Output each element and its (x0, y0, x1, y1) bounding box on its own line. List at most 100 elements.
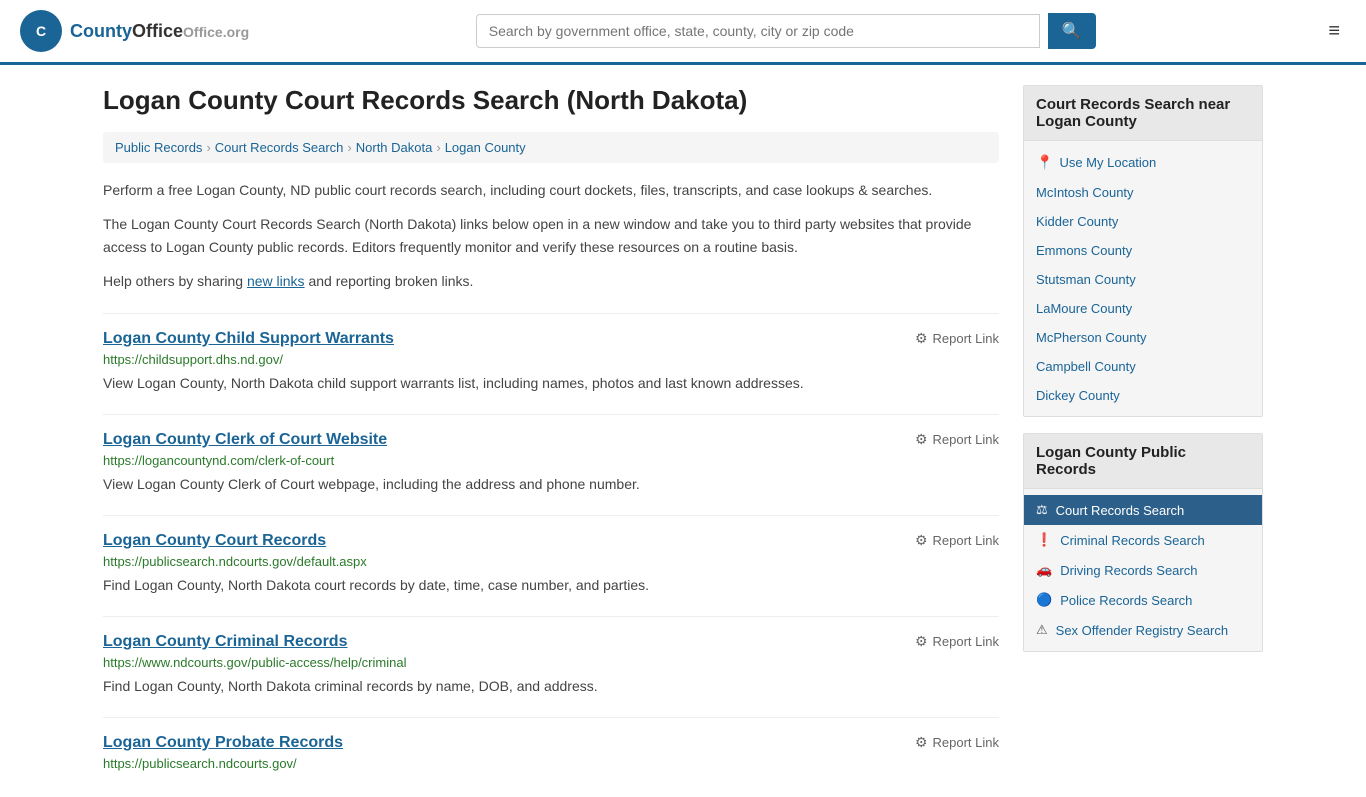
sidebar-records-item[interactable]: 🚗 Driving Records Search (1024, 555, 1262, 585)
record-description: Find Logan County, North Dakota court re… (103, 575, 999, 596)
report-link-button[interactable]: ⚙ Report Link (915, 532, 999, 549)
sidebar-county-item[interactable]: McIntosh County (1024, 178, 1262, 207)
use-location[interactable]: 📍 Use My Location (1024, 147, 1262, 178)
new-links-link[interactable]: new links (247, 273, 305, 289)
report-link-label: Report Link (933, 735, 999, 750)
record-url: https://publicsearch.ndcourts.gov/defaul… (103, 554, 999, 569)
sidebar-county-item[interactable]: Stutsman County (1024, 265, 1262, 294)
logo-label: CountyOfficeOffice.org (70, 21, 249, 41)
public-records-header: Logan County Public Records (1024, 434, 1262, 489)
sidebar-county-item[interactable]: LaMoure County (1024, 294, 1262, 323)
county-link[interactable]: LaMoure County (1036, 301, 1132, 316)
logo-text-area: CountyOfficeOffice.org (70, 21, 249, 42)
county-link[interactable]: Emmons County (1036, 243, 1132, 258)
site-header: C CountyOfficeOffice.org 🔍 ≡ (0, 0, 1366, 65)
sidebar-records-item[interactable]: ⚖ Court Records Search (1024, 495, 1262, 525)
sidebar-county-item[interactable]: McPherson County (1024, 323, 1262, 352)
breadcrumb-sep-1: › (206, 140, 210, 155)
logo-icon: C (20, 10, 62, 52)
county-link[interactable]: Campbell County (1036, 359, 1136, 374)
public-records-items: ⚖ Court Records Search ❗ Criminal Record… (1024, 495, 1262, 645)
description-3: Help others by sharing new links and rep… (103, 270, 999, 292)
report-link-button[interactable]: ⚙ Report Link (915, 330, 999, 347)
nearby-counties: McIntosh County Kidder County Emmons Count… (1024, 178, 1262, 410)
record-description: Find Logan County, North Dakota criminal… (103, 676, 999, 697)
svg-text:C: C (36, 23, 46, 39)
main-container: Logan County Court Records Search (North… (83, 65, 1283, 797)
county-link[interactable]: Stutsman County (1036, 272, 1136, 287)
record-title-row: Logan County Clerk of Court Website ⚙ Re… (103, 431, 999, 449)
sidebar-item-link[interactable]: Sex Offender Registry Search (1056, 623, 1228, 638)
breadcrumb-logan-county[interactable]: Logan County (445, 140, 526, 155)
sidebar-item-icon: 🔵 (1036, 592, 1052, 608)
sidebar-county-item[interactable]: Kidder County (1024, 207, 1262, 236)
nearby-section-body: 📍 Use My Location McIntosh County Kidder … (1024, 141, 1262, 416)
report-link-button[interactable]: ⚙ Report Link (915, 734, 999, 751)
county-link[interactable]: McPherson County (1036, 330, 1147, 345)
record-title-link[interactable]: Logan County Clerk of Court Website (103, 431, 387, 449)
public-records-body: ⚖ Court Records Search ❗ Criminal Record… (1024, 489, 1262, 651)
logo-area: C CountyOfficeOffice.org (20, 10, 249, 52)
county-link[interactable]: Kidder County (1036, 214, 1118, 229)
record-entry: Logan County Criminal Records ⚙ Report L… (103, 616, 999, 697)
record-entry: Logan County Child Support Warrants ⚙ Re… (103, 313, 999, 394)
report-link-label: Report Link (933, 331, 999, 346)
search-button[interactable]: 🔍 (1048, 13, 1096, 49)
report-icon: ⚙ (915, 431, 928, 448)
logo-county: County (70, 21, 132, 41)
report-link-label: Report Link (933, 634, 999, 649)
sidebar-county-item[interactable]: Campbell County (1024, 352, 1262, 381)
menu-button[interactable]: ≡ (1322, 14, 1346, 49)
record-description: View Logan County Clerk of Court webpage… (103, 474, 999, 495)
records-container: Logan County Child Support Warrants ⚙ Re… (103, 313, 999, 771)
report-link-label: Report Link (933, 432, 999, 447)
sidebar-records-item[interactable]: ❗ Criminal Records Search (1024, 525, 1262, 555)
sidebar-county-item[interactable]: Dickey County (1024, 381, 1262, 410)
breadcrumb-north-dakota[interactable]: North Dakota (356, 140, 433, 155)
nearby-section: Court Records Search near Logan County 📍… (1023, 85, 1263, 417)
record-url: https://childsupport.dhs.nd.gov/ (103, 352, 999, 367)
report-link-label: Report Link (933, 533, 999, 548)
sidebar-item-link[interactable]: Police Records Search (1060, 593, 1192, 608)
report-icon: ⚙ (915, 330, 928, 347)
record-title-row: Logan County Child Support Warrants ⚙ Re… (103, 330, 999, 348)
sidebar-item-link[interactable]: Driving Records Search (1060, 563, 1197, 578)
record-title-row: Logan County Criminal Records ⚙ Report L… (103, 633, 999, 651)
record-title-row: Logan County Probate Records ⚙ Report Li… (103, 734, 999, 752)
record-description: View Logan County, North Dakota child su… (103, 373, 999, 394)
sidebar-records-item[interactable]: 🔵 Police Records Search (1024, 585, 1262, 615)
public-records-section: Logan County Public Records ⚖ Court Reco… (1023, 433, 1263, 652)
breadcrumb-public-records[interactable]: Public Records (115, 140, 202, 155)
sidebar-item-link[interactable]: Criminal Records Search (1060, 533, 1205, 548)
sidebar-records-item[interactable]: ⚠ Sex Offender Registry Search (1024, 615, 1262, 645)
report-icon: ⚙ (915, 532, 928, 549)
pin-icon: 📍 (1036, 154, 1053, 171)
record-title-row: Logan County Court Records ⚙ Report Link (103, 532, 999, 550)
record-entry: Logan County Probate Records ⚙ Report Li… (103, 717, 999, 771)
record-url: https://www.ndcourts.gov/public-access/h… (103, 655, 999, 670)
use-location-link[interactable]: Use My Location (1059, 155, 1156, 170)
report-icon: ⚙ (915, 734, 928, 751)
record-title-link[interactable]: Logan County Child Support Warrants (103, 330, 394, 348)
description-2: The Logan County Court Records Search (N… (103, 213, 999, 258)
sidebar-item-icon: ⚠ (1036, 622, 1048, 638)
report-link-button[interactable]: ⚙ Report Link (915, 633, 999, 650)
sidebar-county-item[interactable]: Emmons County (1024, 236, 1262, 265)
record-title-link[interactable]: Logan County Court Records (103, 532, 326, 550)
page-title: Logan County Court Records Search (North… (103, 85, 999, 116)
record-title-link[interactable]: Logan County Criminal Records (103, 633, 347, 651)
sidebar-item-icon: ⚖ (1036, 502, 1048, 518)
search-area: 🔍 (476, 13, 1096, 49)
report-link-button[interactable]: ⚙ Report Link (915, 431, 999, 448)
description-1: Perform a free Logan County, ND public c… (103, 179, 999, 201)
record-title-link[interactable]: Logan County Probate Records (103, 734, 343, 752)
county-link[interactable]: McIntosh County (1036, 185, 1134, 200)
breadcrumb-sep-2: › (347, 140, 351, 155)
breadcrumb-court-records[interactable]: Court Records Search (215, 140, 344, 155)
search-input[interactable] (476, 14, 1040, 48)
breadcrumb: Public Records › Court Records Search › … (103, 132, 999, 163)
report-icon: ⚙ (915, 633, 928, 650)
county-link[interactable]: Dickey County (1036, 388, 1120, 403)
sidebar-item-icon: 🚗 (1036, 562, 1052, 578)
sidebar-item-link[interactable]: Court Records Search (1056, 503, 1185, 518)
